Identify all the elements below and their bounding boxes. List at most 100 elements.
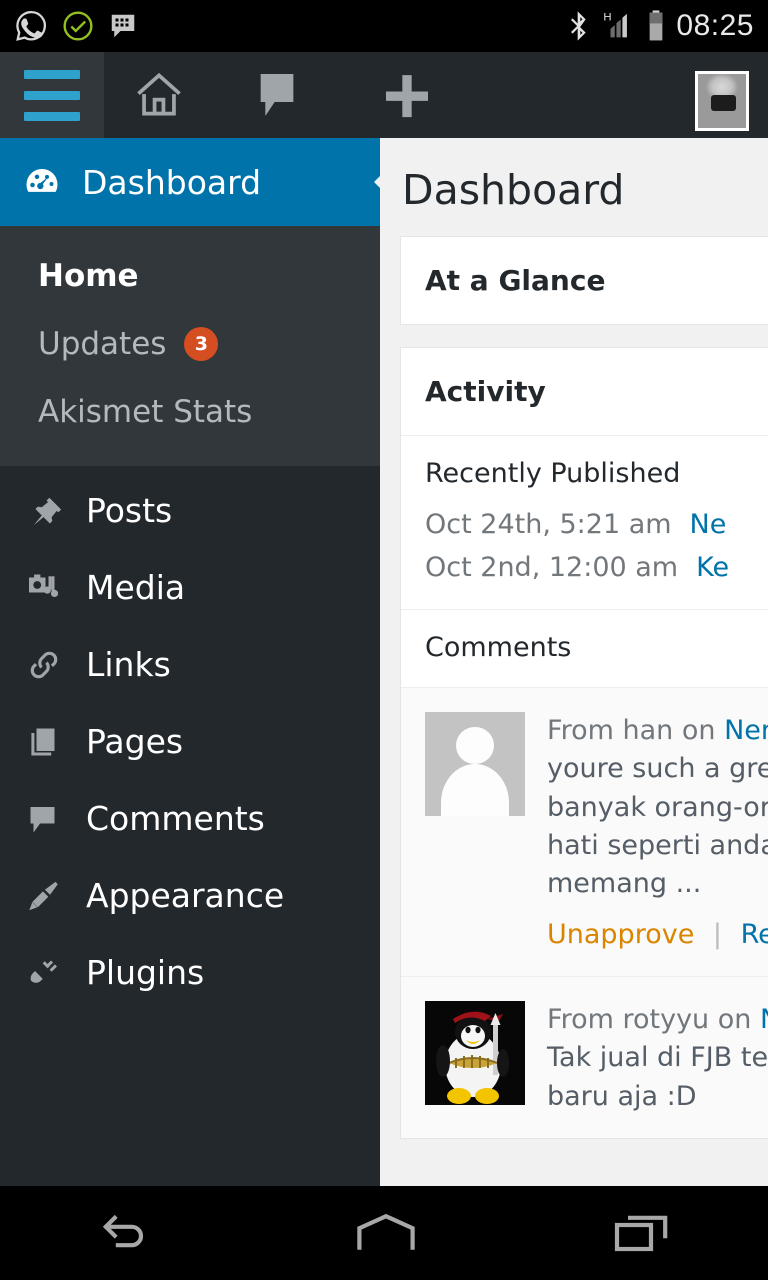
menu-toggle-icon[interactable] [0, 52, 104, 138]
battery-icon [646, 9, 666, 43]
submenu-item-label: Home [38, 258, 139, 294]
hamburger-line [24, 111, 80, 121]
content-area: Dashboard At a Glance Activity Recently … [380, 138, 768, 1186]
tux-penguin-avatar [425, 1000, 525, 1105]
comment-text-line: baru aja :D [547, 1080, 697, 1112]
comment-header: From rotyyu on N [547, 1001, 768, 1039]
sidebar-item-links[interactable]: Links [0, 626, 380, 703]
sidebar-item-label: Plugins [86, 953, 205, 992]
comment-from-prefix: From [547, 715, 623, 746]
comment-header: From han on Nem [547, 712, 768, 750]
pin-icon [24, 493, 64, 529]
sidebar-item-label: Posts [86, 491, 173, 530]
comment-text-line: hati seperti anda k [547, 829, 768, 861]
comment-post-link[interactable]: N [760, 1004, 768, 1035]
home-button[interactable] [353, 1211, 419, 1255]
published-date: Oct 24th, 5:21 am [425, 509, 672, 540]
android-nav-bar [0, 1186, 768, 1280]
plug-icon [24, 955, 64, 991]
sidebar-item-posts[interactable]: Posts [0, 472, 380, 549]
comment-author: han [622, 715, 674, 746]
status-right-icons: H 08:25 [566, 9, 768, 43]
submenu-item-akismet-stats[interactable]: Akismet Stats [0, 378, 380, 446]
bluetooth-icon [566, 10, 592, 42]
dashboard-gauge-icon [22, 162, 62, 202]
svg-text:H: H [604, 11, 612, 23]
action-separator: | [712, 918, 723, 950]
page-title: Dashboard [402, 166, 625, 214]
comment-item[interactable]: From rotyyu on N Tak jual di FJB teru ba… [401, 975, 768, 1138]
hamburger-line [24, 90, 80, 100]
mystery-person-avatar [425, 712, 525, 816]
dashboard-submenu: Home Updates 3 Akismet Stats [0, 226, 380, 466]
comment-body: From rotyyu on N Tak jual di FJB teru ba… [547, 1001, 768, 1116]
comment-author: rotyyu [622, 1003, 710, 1035]
paintbrush-icon [24, 878, 64, 914]
published-post-row[interactable]: Oct 2nd, 12:00 am Ke [401, 546, 768, 589]
whatsapp-icon [14, 9, 48, 43]
comment-from-prefix: From [547, 1003, 623, 1035]
sidebar-item-dashboard[interactable]: Dashboard [0, 138, 380, 226]
wp-admin-bar [0, 52, 768, 138]
status-clock: 08:25 [676, 9, 754, 42]
comment-on: on [673, 715, 725, 746]
published-post-row[interactable]: Oct 24th, 5:21 am Ne [401, 503, 768, 546]
sidebar-menu-list: Posts Media Links Pages Comments Appeara… [0, 466, 380, 1011]
submenu-item-label: Akismet Stats [38, 394, 253, 430]
recents-button[interactable] [613, 1211, 671, 1255]
home-icon[interactable] [104, 52, 214, 138]
unapprove-link[interactable]: Unapprove [547, 919, 694, 950]
comment-text-line: banyak orang-ora [547, 791, 768, 823]
back-button[interactable] [97, 1210, 159, 1256]
comments-section: Comments From han on Nem youre such a gr… [401, 609, 768, 1138]
sidebar-item-label: Media [86, 568, 186, 607]
sidebar-item-appearance[interactable]: Appearance [0, 857, 380, 934]
activity-card: Activity Recently Published Oct 24th, 5:… [400, 347, 768, 1139]
hsdpa-signal-icon: H [602, 9, 636, 43]
recently-published-title: Recently Published [425, 458, 681, 489]
sidebar-item-pages[interactable]: Pages [0, 703, 380, 780]
hamburger-line [24, 69, 80, 79]
avatar-image [698, 74, 746, 128]
comment-text-line: memang ... [547, 868, 702, 900]
status-left-icons [0, 9, 138, 43]
recently-published-section: Recently Published Oct 24th, 5:21 am Ne … [401, 435, 768, 609]
submenu-item-updates[interactable]: Updates 3 [0, 310, 380, 378]
sidebar-item-media[interactable]: Media [0, 549, 380, 626]
media-icon [24, 570, 64, 606]
published-date: Oct 2nd, 12:00 am [425, 552, 679, 583]
sidebar-item-label: Appearance [86, 876, 285, 915]
comment-item[interactable]: From han on Nem youre such a grea banyak… [401, 687, 768, 976]
comment-post-link[interactable]: Nem [724, 715, 768, 746]
sidebar-item-plugins[interactable]: Plugins [0, 934, 380, 1011]
comment-body: From han on Nem youre such a grea banyak… [547, 712, 768, 954]
comments-title: Comments [401, 609, 768, 687]
plus-icon[interactable] [352, 52, 462, 138]
sidebar-item-label: Links [86, 645, 171, 684]
sidebar-item-label: Pages [86, 722, 184, 761]
at-a-glance-card: At a Glance [400, 236, 768, 325]
submenu-item-label: Updates [38, 326, 167, 362]
bbm-icon [108, 11, 138, 41]
sidebar-item-label: Dashboard [82, 162, 262, 202]
updates-badge: 3 [184, 327, 219, 361]
comment-text-line: Tak jual di FJB teru [547, 1042, 768, 1074]
activity-title: Activity [425, 375, 546, 408]
reply-link[interactable]: Repl [741, 919, 768, 950]
comment-icon[interactable] [222, 52, 332, 138]
link-icon [24, 647, 64, 683]
published-post-link[interactable]: Ne [690, 509, 727, 540]
admin-sidebar: Dashboard Home Updates 3 Akismet Stats P… [0, 138, 380, 1186]
android-status-bar: H 08:25 [0, 0, 768, 52]
comment-actions: Unapprove | Repl [547, 916, 768, 954]
comment-on: on [709, 1003, 760, 1035]
submenu-item-home[interactable]: Home [0, 242, 380, 310]
avatar[interactable] [695, 71, 749, 131]
comment-text-line: youre such a grea [547, 753, 768, 785]
sidebar-item-comments[interactable]: Comments [0, 780, 380, 857]
comment-bubble-icon [24, 801, 64, 837]
pages-icon [24, 724, 64, 760]
published-post-link[interactable]: Ke [696, 552, 729, 583]
sidebar-item-label: Comments [86, 799, 265, 838]
phone-screen: H 08:25 Dashboard At a Glance Activity R… [0, 0, 768, 1280]
